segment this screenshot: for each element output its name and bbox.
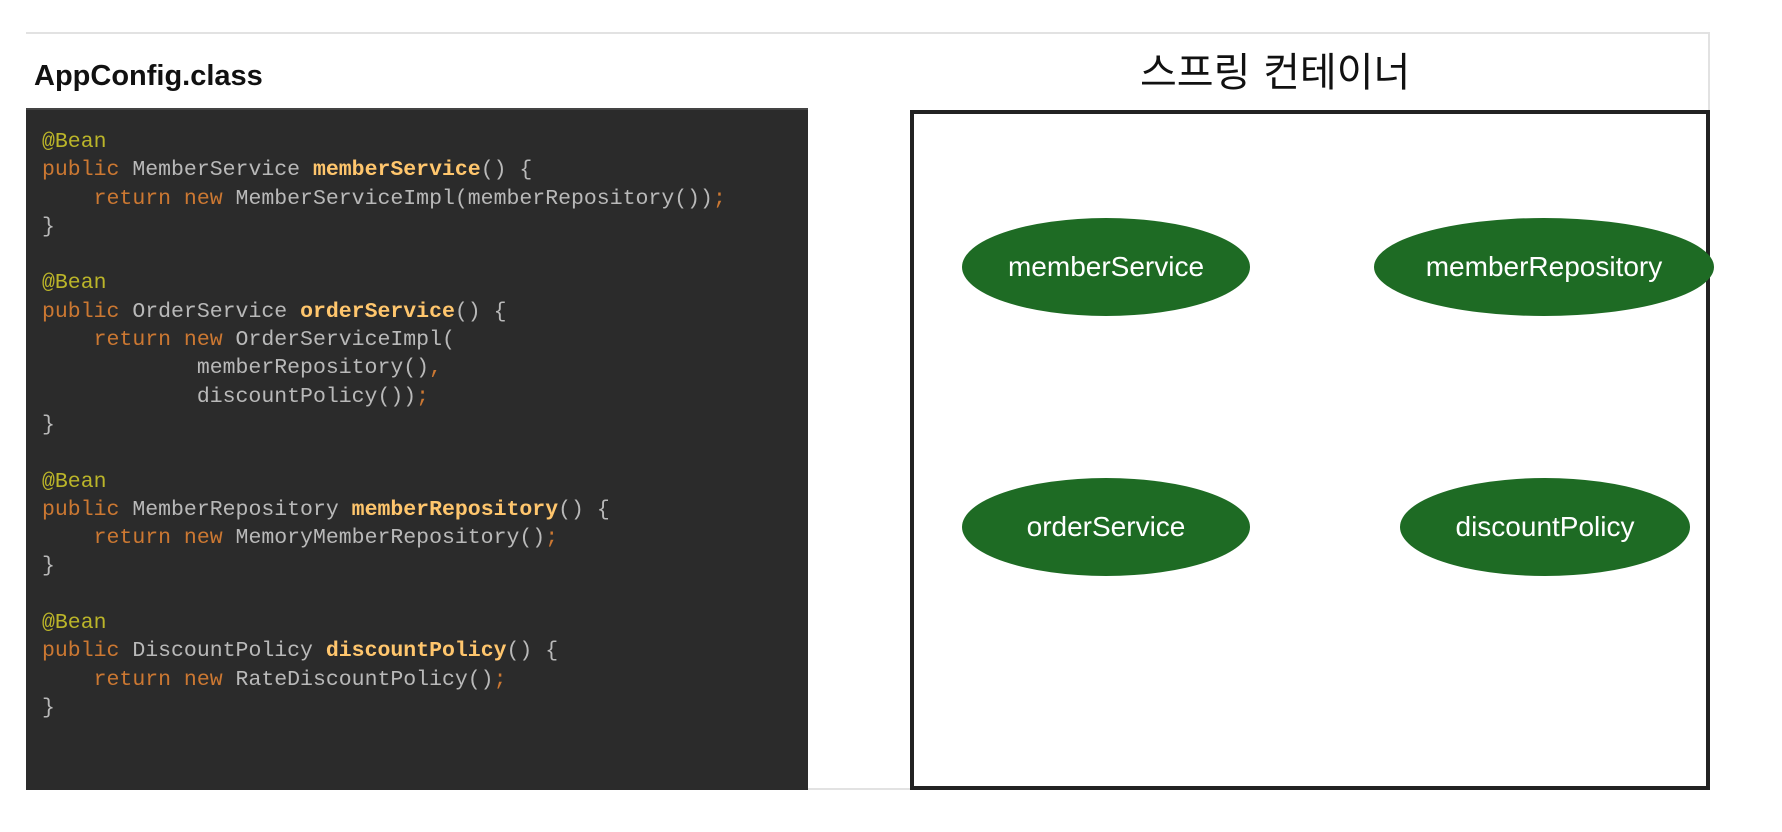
code-token: MemberService: [132, 158, 313, 183]
code-token: @Bean: [42, 469, 107, 494]
code-line: public MemberService memberService() {: [42, 156, 726, 184]
code-token: @Bean: [42, 611, 107, 636]
code-token: }: [42, 214, 55, 239]
code-token: ;: [416, 384, 430, 409]
code-token: memberService: [312, 158, 481, 183]
code-token: orderService: [300, 299, 455, 324]
code-token: public: [42, 299, 133, 324]
code-token: ,: [429, 356, 442, 381]
code-token: MemoryMemberRepository(): [235, 526, 546, 551]
code-token: RateDiscountPolicy(): [235, 667, 494, 692]
code-token: }: [42, 695, 55, 720]
code-token: return new: [42, 667, 236, 692]
file-title: AppConfig.class: [34, 60, 263, 92]
code-token: public: [42, 497, 133, 522]
code-block: @Bean public MemberService memberService(…: [42, 128, 726, 722]
code-line: memberRepository(),: [42, 354, 726, 382]
spring-container-title: 스프링 컨테이너: [1140, 50, 1411, 96]
bean-order-service: orderService: [962, 478, 1250, 576]
code-token: return new: [42, 328, 236, 353]
code-token: public: [42, 158, 133, 183]
code-token: discountPolicy: [325, 639, 507, 664]
code-line: }: [42, 213, 726, 241]
code-token: return new: [42, 186, 236, 211]
bean-discount-policy: discountPolicy: [1400, 478, 1690, 576]
code-token: discountPolicy()): [42, 384, 417, 409]
code-token: memberRepository: [351, 497, 559, 522]
code-token: () {: [506, 639, 559, 664]
code-token: return new: [42, 526, 236, 551]
bean-member-repository: memberRepository: [1374, 218, 1714, 316]
code-token: OrderService: [132, 299, 301, 324]
code-token: () {: [454, 299, 507, 324]
code-line: public DiscountPolicy discountPolicy() {: [42, 637, 726, 665]
code-line: }: [42, 411, 726, 439]
code-line: public MemberRepository memberRepository…: [42, 496, 726, 524]
code-token: DiscountPolicy: [132, 639, 326, 664]
code-line: }: [42, 694, 726, 722]
code-line: public OrderService orderService() {: [42, 298, 726, 326]
code-line: discountPolicy());: [42, 383, 726, 411]
code-line: @Bean: [42, 468, 726, 496]
code-line: @Bean: [42, 128, 726, 156]
code-token: }: [42, 554, 55, 579]
code-token: ;: [493, 667, 507, 692]
code-line: return new RateDiscountPolicy();: [42, 666, 726, 694]
code-line: return new OrderServiceImpl(: [42, 326, 726, 354]
code-token: memberRepository(): [42, 356, 430, 381]
spring-container-box: [910, 110, 1710, 790]
code-line: @Bean: [42, 269, 726, 297]
bean-member-service: memberService: [962, 218, 1250, 316]
code-token: MemberServiceImpl(memberRepository()): [235, 186, 713, 211]
code-line: return new MemberServiceImpl(memberRepos…: [42, 185, 726, 213]
code-panel: @Bean public MemberService memberService(…: [26, 108, 808, 790]
code-token: OrderServiceImpl(: [235, 328, 455, 353]
code-token: @Bean: [42, 271, 107, 296]
code-token: MemberRepository: [132, 497, 352, 522]
code-token: @Bean: [42, 130, 107, 154]
code-line: return new MemoryMemberRepository();: [42, 524, 726, 552]
code-token: public: [42, 639, 133, 664]
code-token: () {: [480, 158, 533, 183]
code-token: () {: [558, 497, 610, 522]
code-token: }: [42, 412, 55, 437]
code-line: @Bean: [42, 609, 726, 637]
code-token: ;: [712, 186, 726, 211]
code-line: }: [42, 552, 726, 580]
code-token: ;: [545, 526, 559, 551]
